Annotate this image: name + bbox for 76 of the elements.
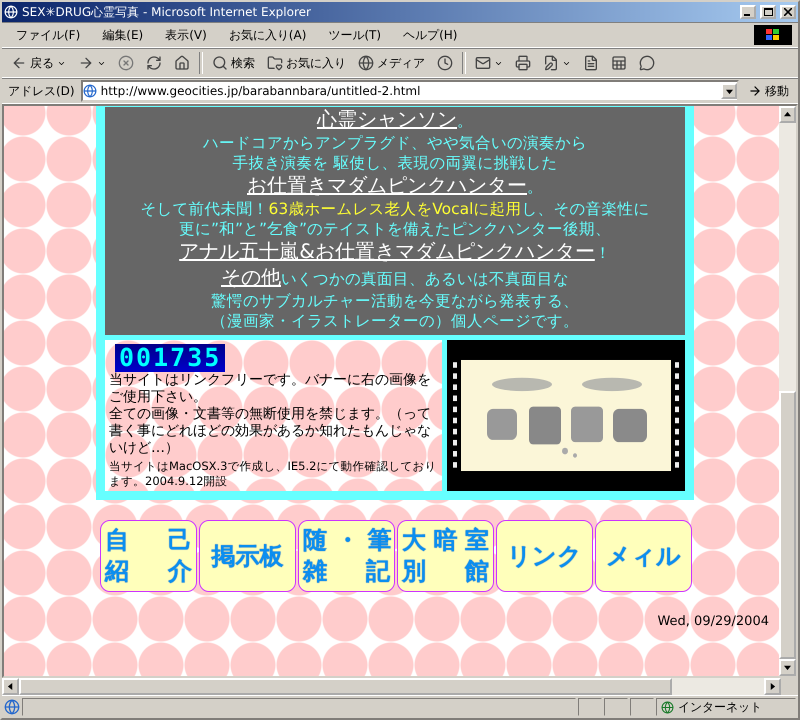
site-note: 当サイトはMacOSX.3で作成し、IE5.2にて動作確認しております。2004.9.12開設 [109, 459, 438, 489]
maximize-button[interactable] [760, 5, 776, 19]
intro-line: 更に”和”と”乞食”のテイストを備えたピンクハンター後期、 [178, 219, 612, 239]
scroll-right-button[interactable] [764, 678, 781, 695]
section-link[interactable]: その他 [221, 265, 281, 289]
status-pane [578, 698, 602, 716]
menu-item[interactable]: ツール(T) [320, 24, 390, 46]
windows-logo [754, 25, 792, 45]
close-button[interactable] [780, 5, 796, 19]
menu-item[interactable]: お気に入り(A) [220, 24, 314, 46]
back-icon [11, 55, 27, 71]
url-text: http://www.geocities.jp/barabannbara/untitled-2.html [100, 84, 420, 98]
dropdown-button[interactable] [721, 83, 737, 99]
browser-icon [4, 5, 18, 19]
notice-text: 当サイトはリンクフリーです。バナーに右の画像をご使用下さい。 [109, 372, 432, 406]
edit-icon [543, 55, 559, 71]
status-pane [604, 698, 628, 716]
section-link[interactable]: アナル五十嵐&お仕置きマダムピンクハンター [179, 239, 595, 263]
section-link[interactable]: 心霊シャンソン [317, 107, 457, 131]
status-pane [630, 698, 654, 716]
maximize-icon [764, 8, 772, 16]
go-button[interactable]: 移動 [745, 80, 792, 102]
scroll-arrow-icon [769, 683, 776, 690]
menu-item[interactable]: 編集(E) [94, 24, 152, 46]
chat-icon [639, 55, 655, 71]
document-icon [583, 55, 599, 71]
printer-icon [515, 55, 531, 71]
intro-line: ハードコアからアンプラグド、やや気合いの演奏から [203, 133, 587, 153]
clock-icon [437, 55, 453, 71]
intro-line: そして前代未聞！63歳ホームレス老人をVocalに起用 し、その音楽性に [140, 199, 650, 219]
scroll-thumb[interactable] [19, 678, 672, 695]
menu-item[interactable]: ヘルプ(H) [395, 24, 466, 46]
scroll-up-button[interactable] [779, 106, 796, 123]
search-button[interactable]: 検索 [209, 52, 258, 74]
home-icon [174, 55, 190, 71]
section-link[interactable]: お仕置きマダムピンクハンター [247, 173, 527, 197]
menu-item[interactable]: 表示(V) [157, 24, 215, 46]
scroll-arrow-icon [7, 683, 14, 690]
refresh-icon [146, 55, 162, 71]
search-icon [212, 55, 228, 71]
mail-icon [475, 55, 491, 71]
date-text: Wed, 09/29/2004 [657, 614, 769, 629]
folder-icon [267, 55, 283, 71]
scroll-arrow-icon [784, 664, 791, 671]
intro-line: 心霊シャンソン。 [317, 107, 473, 133]
forward-icon [78, 55, 94, 71]
scroll-arrow-icon [784, 111, 791, 118]
page-icon [82, 84, 97, 98]
sheet-icon [611, 55, 627, 71]
page-icon [4, 699, 20, 715]
favorites-button[interactable]: お気に入り [264, 52, 349, 74]
back-button[interactable]: 戻る [8, 52, 69, 74]
globe-icon [661, 700, 674, 714]
scroll-arrow-icon [726, 88, 732, 94]
intro-line: 驚愕のサブカルチャー活動を今更ながら発表する、 [211, 291, 579, 311]
address-field[interactable]: http://www.geocities.jp/barabannbara/untitled-2.html [80, 80, 739, 102]
scroll-down-button[interactable] [779, 659, 796, 676]
scroll-left-button[interactable] [2, 678, 19, 695]
globe-icon [358, 55, 374, 71]
menu-item[interactable]: ファイル(F) [8, 24, 88, 46]
close-icon [784, 8, 792, 16]
media-button[interactable]: メディア [355, 52, 428, 74]
intro-line: 手抜き演奏を 駆使し、表現の両翼に挑戦した [232, 153, 558, 173]
window-title: SEX✳DRUG心霊写真 - Microsoft Internet Explorer [22, 4, 312, 20]
intro-line: （漫画家・イラストレーターの）個人ページです。 [211, 311, 579, 331]
stop-icon [118, 55, 134, 71]
visitor-counter: 001735 [115, 344, 226, 372]
address-label: アドレス(D) [8, 82, 75, 100]
intro-line: アナル五十嵐&お仕置きマダムピンクハンター！ [179, 239, 611, 265]
notice-text: 全ての画像・文書等の無断使用を禁じます。（って書く事にどれほどの効果があるか知れたもんじゃないけど…） [109, 406, 432, 457]
intro-line: お仕置きマダムピンクハンター。 [247, 173, 543, 199]
intro-line: その他いくつかの真面目、あるいは不真面目な [221, 265, 569, 291]
minimize-button[interactable] [740, 5, 756, 19]
go-arrow-icon [748, 84, 762, 98]
zone-text: インターネット [678, 698, 762, 716]
scroll-thumb[interactable] [779, 391, 796, 659]
